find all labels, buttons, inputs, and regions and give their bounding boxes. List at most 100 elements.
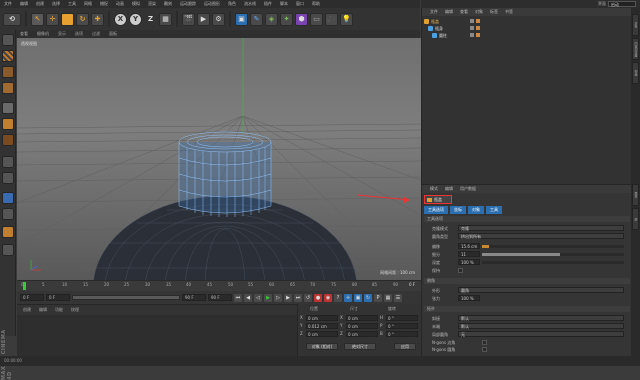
model-mode-icon[interactable] <box>2 34 14 46</box>
polygons-mode-icon[interactable] <box>2 134 14 146</box>
x-axis-button[interactable]: X <box>114 12 127 26</box>
tension-field[interactable]: 100 % <box>458 295 480 301</box>
deformer-icon[interactable]: ⬢ <box>295 12 308 26</box>
light-icon[interactable]: 💡 <box>340 12 353 26</box>
menu-item-character[interactable]: 角色 <box>228 1 236 7</box>
current-frame-field[interactable]: 0 F <box>46 294 70 301</box>
menu-item-mograph[interactable]: 运动图形 <box>204 1 220 7</box>
shape-dropdown[interactable]: 圆角 <box>458 287 624 293</box>
axis-mode-icon[interactable] <box>2 156 14 168</box>
start-frame-field[interactable]: 0 F <box>20 294 44 301</box>
offset-field[interactable]: 15.6 cm <box>458 243 480 249</box>
play-icon[interactable]: ▶ <box>264 293 272 302</box>
undo-icon[interactable]: ⟲ <box>3 12 21 26</box>
lock-axis-icon[interactable] <box>2 208 14 220</box>
om-menu-edit[interactable]: 编辑 <box>445 9 453 15</box>
rotate-icon[interactable]: ↻ <box>76 12 89 26</box>
texture-mode-icon[interactable] <box>2 66 14 78</box>
rotation-p-field[interactable]: 0 ° <box>386 323 418 329</box>
om-menu-file[interactable]: 文件 <box>430 9 438 15</box>
position-x-field[interactable]: 0 cm <box>306 315 338 321</box>
vp-menu-filter[interactable]: 过滤 <box>92 31 100 37</box>
rotation-key-icon[interactable]: ↻ <box>364 293 372 302</box>
ngons-rounding-checkbox[interactable] <box>482 347 487 352</box>
pla-key-icon[interactable]: ▦ <box>384 293 392 302</box>
record-icon[interactable]: ● <box>314 293 322 302</box>
menu-item-snap[interactable]: 捕捉 <box>100 1 108 7</box>
object-row[interactable]: 瓶盖 <box>422 18 632 25</box>
size-y-field[interactable]: 0 cm <box>346 323 378 329</box>
coords-icon[interactable]: ▦ <box>159 12 172 26</box>
size-mode-dropdown[interactable]: 绝对尺寸 <box>344 343 376 350</box>
side-tab-attributes[interactable]: 属性 <box>632 184 639 206</box>
menu-item-simulate[interactable]: 模拟 <box>132 1 140 7</box>
ngons-corners-checkbox[interactable] <box>482 340 487 345</box>
object-row[interactable]: 瓶身 <box>422 25 632 32</box>
perspective-viewport[interactable]: 透视视图 网格间距 : 100 cm <box>17 38 421 280</box>
sculpt-icon[interactable] <box>2 226 14 238</box>
section-tool-options[interactable]: 工具选项 <box>424 216 630 222</box>
position-y-field[interactable]: 0.012 cm <box>306 323 338 329</box>
depth-slider[interactable] <box>482 261 624 264</box>
rotation-b-field[interactable]: 0 ° <box>386 331 418 337</box>
goto-start-icon[interactable]: ⏮ <box>234 293 242 302</box>
subdivision-field[interactable]: 11 <box>458 251 480 257</box>
render-icon[interactable]: ▶ <box>197 12 210 26</box>
rotation-h-field[interactable]: 0 ° <box>386 315 418 321</box>
next-key-icon[interactable]: ▶ <box>284 293 292 302</box>
am-menu-mode[interactable]: 模式 <box>430 186 438 192</box>
side-tab-layers[interactable]: 层 <box>632 208 639 230</box>
menu-item-pipeline[interactable]: 流水线 <box>244 1 256 7</box>
mat-menu-texture[interactable]: 纹理 <box>71 307 79 313</box>
menu-item-edit[interactable]: 编辑 <box>20 1 28 7</box>
menu-item-select[interactable]: 选择 <box>52 1 60 7</box>
menu-item-render[interactable]: 渲染 <box>148 1 156 7</box>
render-settings-icon[interactable]: ⚙ <box>212 12 225 26</box>
mat-menu-function[interactable]: 功能 <box>55 307 63 313</box>
size-x-field[interactable]: 0 cm <box>346 315 378 321</box>
end-frame-field[interactable]: 90 F <box>182 294 206 301</box>
am-menu-edit[interactable]: 编辑 <box>445 186 453 192</box>
camera-icon[interactable]: 🎥 <box>325 12 338 26</box>
menu-item-mesh[interactable]: 网格 <box>84 1 92 7</box>
timeline-ruler[interactable]: 0 5 10 15 20 25 30 35 40 45 50 55 60 65 … <box>17 280 421 291</box>
vp-menu-options[interactable]: 选项 <box>75 31 83 37</box>
live-select-icon[interactable]: ✚ <box>91 12 104 26</box>
menu-item-tools[interactable]: 工具 <box>68 1 76 7</box>
position-key-icon[interactable]: ✛ <box>344 293 352 302</box>
subdivision-slider[interactable] <box>482 253 624 256</box>
vp-menu-camera[interactable]: 摄像机 <box>37 31 49 37</box>
tab-tool-options[interactable]: 工具选项 <box>424 206 448 214</box>
om-menu-view[interactable]: 查看 <box>460 9 468 15</box>
menu-item-plugins[interactable]: 插件 <box>264 1 272 7</box>
menu-item-sculpt[interactable]: 雕刻 <box>164 1 172 7</box>
goto-end-icon[interactable]: ⏭ <box>294 293 302 302</box>
coord-mode-dropdown[interactable]: 对象 (相对) <box>306 343 338 350</box>
cube-icon[interactable]: ▣ <box>235 12 248 26</box>
om-menu-bookmarks[interactable]: 书签 <box>505 9 513 15</box>
layout-dropdown[interactable]: 启动 <box>608 1 636 7</box>
am-menu-userdata[interactable]: 用户数据 <box>460 186 476 192</box>
section-bevel-shape[interactable]: 倒角 <box>424 278 630 284</box>
tab-coords[interactable]: 坐标 <box>450 206 466 214</box>
tab-object[interactable]: 对象 <box>468 206 484 214</box>
snap-icon[interactable] <box>2 192 14 204</box>
floor-icon[interactable]: ▭ <box>310 12 323 26</box>
om-menu-tags[interactable]: 标签 <box>490 9 498 15</box>
menu-item-file[interactable]: 文件 <box>4 1 12 7</box>
subdivision-icon[interactable]: ◈ <box>265 12 278 26</box>
mitering-dropdown[interactable]: 默认 <box>458 315 624 321</box>
loop-icon[interactable]: ↺ <box>304 293 312 302</box>
menu-item-motion-tracker[interactable]: 运动跟踪 <box>180 1 196 7</box>
side-tab-content-browser[interactable]: 内容浏览器 <box>632 38 639 60</box>
tweak-icon[interactable] <box>2 172 14 184</box>
prev-key-icon[interactable]: ◀ <box>244 293 252 302</box>
menu-item-animate[interactable]: 动画 <box>116 1 124 7</box>
size-z-field[interactable]: 0 cm <box>346 331 378 337</box>
menu-item-script[interactable]: 脚本 <box>280 1 288 7</box>
ending-dropdown[interactable]: 默认 <box>458 323 624 329</box>
apply-button[interactable]: 应用 <box>394 343 416 350</box>
prev-frame-icon[interactable]: ◁ <box>254 293 262 302</box>
edges-mode-icon[interactable] <box>2 118 14 130</box>
autokey-icon[interactable]: ◉ <box>324 293 332 302</box>
